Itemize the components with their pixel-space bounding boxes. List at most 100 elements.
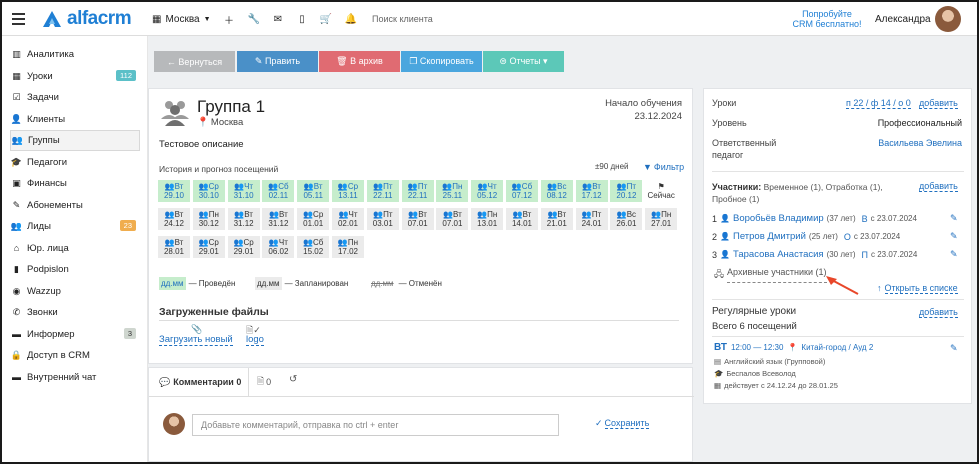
visit-cell[interactable]: 👥Ср 29.01	[227, 236, 260, 258]
bell-icon[interactable]: 🔔	[343, 2, 359, 36]
visit-cell[interactable]: 👥Пн 25.11	[436, 180, 469, 202]
visit-cell[interactable]: 👥Ср 01.01	[297, 208, 330, 230]
visit-cell[interactable]: 👥Пн 27.01	[645, 208, 678, 230]
sidebar-item-5[interactable]: 🎓 Педагоги	[10, 152, 140, 173]
add-participant-link[interactable]: добавить	[919, 181, 958, 192]
mail-icon[interactable]: ✉	[270, 2, 286, 36]
sidebar-item-10[interactable]: ▮ Podpislon	[10, 259, 140, 280]
sidebar-item-1[interactable]: ▦ Уроки 112	[10, 66, 140, 87]
user-icon: 👥	[268, 182, 279, 191]
visit-cell[interactable]: 👥Пт 22.11	[401, 180, 434, 202]
edit-participant-icon[interactable]: ✎	[950, 213, 958, 224]
open-list-link[interactable]: ↑ Открыть в списке	[877, 283, 958, 294]
wrench-icon[interactable]: 🔧	[246, 2, 262, 36]
visit-cell[interactable]: 👥Сб 15.02	[297, 236, 330, 258]
regular-lesson-row[interactable]: ВТ 12:00 — 12:30 📍 Китай-город / Ауд 2	[714, 342, 873, 353]
search-input[interactable]: Поиск клиента	[372, 2, 433, 36]
sidebar-item-7[interactable]: ✎ Абонементы	[10, 195, 140, 216]
edit-participant-icon[interactable]: ✎	[950, 249, 958, 260]
visit-cell[interactable]: 👥Чт 31.10	[227, 180, 260, 202]
details-panel: Уроки п 22 / ф 14 / о 0 добавить Уровень…	[703, 88, 972, 404]
days-filter[interactable]: ±90 дней	[595, 162, 629, 171]
visit-cell[interactable]: 👥Пн 13.01	[471, 208, 504, 230]
sidebar-item-13[interactable]: ▬ Информер 3	[10, 324, 140, 345]
visit-cell[interactable]: 👥Пт 03.01	[366, 208, 399, 230]
sidebar-item-6[interactable]: ▣ Финансы	[10, 173, 140, 194]
visit-cell[interactable]: 👥Пт 24.01	[575, 208, 608, 230]
logo-text: alfacrm	[67, 8, 132, 29]
sidebar-item-4[interactable]: 👥 Группы	[10, 130, 140, 151]
branch-selector[interactable]: ▦ Москва ▼	[152, 2, 211, 36]
avatar[interactable]	[935, 6, 961, 32]
mobile-icon[interactable]: ▯	[294, 2, 310, 36]
logo[interactable]: alfacrm	[42, 2, 132, 36]
responsible-value[interactable]: Васильева Эвелина	[878, 138, 962, 148]
sidebar-item-11[interactable]: ◉ Wazzup	[10, 281, 140, 302]
visit-cell[interactable]: 👥Вт 14.01	[506, 208, 538, 230]
visit-cell[interactable]: 👥Вт 31.12	[227, 208, 260, 230]
sidebar-item-12[interactable]: ✆ Звонки	[10, 302, 140, 323]
reg-place: Китай-город / Ауд 2	[801, 343, 874, 352]
visit-cell[interactable]: 👥Чт 06.02	[262, 236, 295, 258]
back-button[interactable]: ← Вернуться	[154, 51, 235, 72]
visit-cell[interactable]: 👥Пт 20.12	[610, 180, 643, 202]
plus-icon[interactable]: ＋	[221, 2, 237, 36]
archive-button[interactable]: 🗑 В архив	[319, 51, 400, 72]
visit-cell[interactable]: 👥Пн 17.02	[332, 236, 364, 258]
user-icon: 👥	[338, 210, 349, 219]
sidebar-item-14[interactable]: 🔒 Доступ в CRM	[10, 345, 140, 366]
edit-regular-icon[interactable]: ✎	[950, 343, 958, 354]
add-regular-link[interactable]: добавить	[919, 307, 958, 318]
sidebar-item-3[interactable]: 👤 Клиенты	[10, 109, 140, 130]
reports-button[interactable]: ⊜ Отчеты ▾	[483, 51, 564, 72]
upload-file-link[interactable]: Загрузить новый	[159, 334, 233, 346]
comment-input[interactable]: Добавьте комментарий, отправка по ctrl +…	[192, 414, 559, 436]
visit-cell[interactable]: 👥Вс 26.01	[610, 208, 643, 230]
visit-cell[interactable]: 👥Чт 05.12	[471, 180, 504, 202]
group-panel: Группа 1 📍 Москва Начало обучения 23.12.…	[148, 88, 693, 364]
sidebar-item-0[interactable]: ▥ Аналитика	[10, 44, 140, 65]
visit-cell[interactable]: 👥Ср 13.11	[332, 180, 364, 202]
try-crm-link[interactable]: Попробуйте CRM бесплатно!	[792, 2, 862, 36]
edit-button[interactable]: ✎ Править	[237, 51, 318, 72]
visit-cell[interactable]: 👥Вт 05.11	[297, 180, 330, 202]
participant-name[interactable]: Петров Дмитрий	[733, 231, 806, 242]
participant-name[interactable]: Воробьёв Владимир	[733, 213, 824, 224]
filter-link[interactable]: ▼ Фильтр	[643, 162, 684, 172]
visits-grid: 👥Вт 29.10 👥Ср 30.10 👥Чт 31.10 👥Сб 02.11 👥Вт 05.11…	[158, 180, 678, 260]
visit-cell[interactable]: 👥Сб 07.12	[506, 180, 538, 202]
visit-cell[interactable]: 👥Чт 02.01	[332, 208, 364, 230]
participant-name[interactable]: Тарасова Анастасия	[733, 249, 824, 260]
visit-cell[interactable]: 👥Вт 24.12	[158, 208, 190, 230]
save-comment-button[interactable]: ✓ Сохранить	[595, 418, 650, 429]
history-icon[interactable]: ↺	[289, 374, 297, 385]
visit-cell[interactable]: 👥Вт 21.01	[540, 208, 573, 230]
visit-cell[interactable]: 👥Вт 07.01	[436, 208, 469, 230]
visit-cell[interactable]: 👥Вс 08.12	[540, 180, 573, 202]
visit-cell[interactable]: 👥Вт 31.12	[262, 208, 295, 230]
menu-icon[interactable]	[10, 2, 26, 36]
visit-cell[interactable]: 👥Вт 07.01	[401, 208, 434, 230]
copy-button[interactable]: ❐ Скопировать	[401, 51, 482, 72]
tab-comments[interactable]: 💬 Комментарии 0	[149, 368, 249, 396]
visit-cell[interactable]: 👥Сб 02.11	[262, 180, 295, 202]
visit-cell[interactable]: 👥Вт 29.10	[158, 180, 190, 202]
visit-cell[interactable]: 👥Ср 30.10	[192, 180, 225, 202]
visit-cell[interactable]: 👥Пн 30.12	[192, 208, 225, 230]
add-lesson-link[interactable]: добавить	[919, 98, 958, 109]
visit-cell[interactable]: 👥Вт 28.01	[158, 236, 190, 258]
sidebar-item-15[interactable]: ▬ Внутренний чат	[10, 367, 140, 388]
lessons-value[interactable]: п 22 / ф 14 / о 0	[846, 98, 911, 109]
tab-files[interactable]: 🗎 0	[249, 368, 279, 396]
visit-cell[interactable]: 👥Пт 22.11	[366, 180, 399, 202]
edit-participant-icon[interactable]: ✎	[950, 231, 958, 242]
visit-cell[interactable]: 👥Ср 29.01	[192, 236, 225, 258]
visit-cell[interactable]: 👥Вт 17.12	[575, 180, 608, 202]
sidebar-item-8[interactable]: 👥 Лиды 23	[10, 216, 140, 237]
sidebar-item-2[interactable]: ☑ Задачи	[10, 87, 140, 108]
chevron-down-icon: ▼	[203, 15, 211, 23]
cart-icon[interactable]: 🛒	[318, 2, 334, 36]
file-logo-link[interactable]: logo	[246, 334, 264, 346]
user-name[interactable]: Александра	[875, 2, 931, 36]
sidebar-item-9[interactable]: ⌂ Юр. лица	[10, 238, 140, 259]
